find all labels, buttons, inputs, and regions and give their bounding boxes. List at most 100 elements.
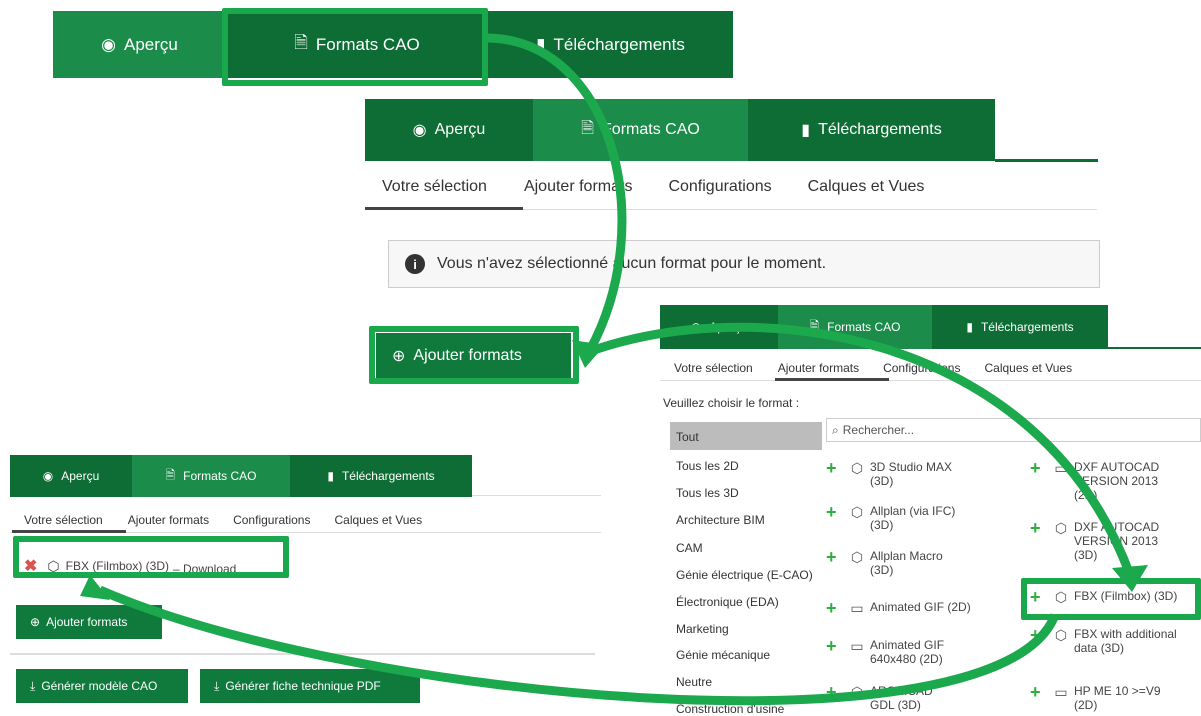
tab-downloads[interactable]: ▮ Téléchargements — [748, 99, 995, 161]
subtab-layers[interactable]: Calques et Vues — [984, 361, 1072, 375]
category-item[interactable]: Électronique (EDA) — [676, 595, 779, 609]
subnav-4: Votre sélection Ajouter formats Configur… — [10, 513, 422, 527]
search-placeholder: Rechercher... — [842, 423, 915, 437]
tab-cad-label: Formats CAO — [827, 320, 901, 334]
add-plus-icon[interactable]: + — [1030, 626, 1048, 644]
add-plus-icon[interactable]: + — [826, 459, 844, 477]
tab-cad-formats[interactable]: 🗎 Formats CAO — [778, 305, 932, 349]
add-plus-icon[interactable]: + — [826, 599, 844, 617]
category-item[interactable]: Architecture BIM — [676, 513, 765, 527]
drawing-icon: ▭ — [850, 600, 864, 616]
add-plus-icon[interactable]: + — [826, 683, 844, 701]
download-icon: ⤓ — [30, 678, 36, 693]
format-label: Allplan Macro (3D) — [870, 549, 943, 577]
cube-icon: ⬡ — [850, 504, 864, 520]
add-plus-icon[interactable]: + — [826, 637, 844, 655]
subtab-add-formats[interactable]: Ajouter formats — [128, 513, 209, 527]
divider — [1108, 347, 1201, 349]
top-tabbar-4: ◉ Aperçu 🗎 Formats CAO ▮ Téléchargements — [10, 455, 472, 497]
notice-box: i Vous n'avez sélectionné aucun format p… — [388, 240, 1100, 288]
tab-cad-label: Formats CAO — [183, 469, 257, 483]
tab-downloads[interactable]: ▮ Téléchargements — [488, 11, 733, 78]
format-label: ARCHICAD GDL (3D) — [870, 684, 933, 712]
add-plus-icon[interactable]: + — [826, 548, 844, 566]
generate-cad-button[interactable]: ⤓ Générer modèle CAO — [16, 669, 188, 703]
subtab-selection[interactable]: Votre sélection — [674, 361, 753, 375]
subtab-add-formats[interactable]: Ajouter formats — [778, 361, 859, 375]
drawing-icon: ▭ — [850, 638, 864, 654]
tab-preview[interactable]: ◉ Aperçu — [660, 305, 778, 349]
category-item[interactable]: Génie électrique (E-CAO) — [676, 568, 813, 582]
tab-preview[interactable]: ◉ Aperçu — [53, 11, 226, 78]
subtab-add-formats[interactable]: Ajouter formats — [524, 178, 632, 196]
subtab-configurations[interactable]: Configurations — [233, 513, 310, 527]
divider — [10, 653, 595, 655]
subnav-underline — [660, 380, 1201, 381]
generate-pdf-label: Générer fiche technique PDF — [225, 679, 381, 693]
eye-icon: ◉ — [101, 34, 116, 54]
format-label: DXF AUTOCAD VERSION 2013 (3D) — [1074, 520, 1160, 562]
format-label: Animated GIF (2D) — [870, 600, 971, 614]
category-item[interactable]: Tous les 2D — [676, 459, 739, 473]
add-plus-icon[interactable]: + — [826, 503, 844, 521]
format-row: + ▭ DXF AUTOCAD VERSION 2013 (2D) — [1030, 459, 1184, 502]
category-item[interactable]: Neutre — [676, 675, 712, 689]
notice-text: Vous n'avez sélectionné aucun format pou… — [437, 255, 827, 272]
tab-cad-formats[interactable]: 🗎 Formats CAO — [533, 99, 748, 161]
tab-downloads[interactable]: ▮ Téléchargements — [932, 305, 1108, 349]
tab-preview[interactable]: ◉ Aperçu — [365, 99, 533, 161]
subnav-2: Votre sélection Ajouter formats Configur… — [365, 178, 924, 196]
top-tabbar-3: ◉ Aperçu 🗎 Formats CAO ▮ Téléchargements — [660, 305, 1108, 349]
divider — [995, 159, 1098, 162]
tab-downloads[interactable]: ▮ Téléchargements — [290, 455, 472, 497]
tab-downloads-label: Téléchargements — [341, 469, 435, 483]
plus-circle-icon: ⊕ — [30, 615, 41, 629]
tab-preview[interactable]: ◉ Aperçu — [10, 455, 132, 497]
subtab-selection[interactable]: Votre sélection — [382, 178, 487, 196]
category-item[interactable]: Construction d'usine — [676, 702, 784, 716]
category-item[interactable]: CAM — [676, 541, 703, 555]
divider — [472, 495, 601, 496]
category-item[interactable]: Tout — [676, 430, 699, 444]
add-plus-icon[interactable]: + — [1030, 519, 1048, 537]
add-formats-button[interactable]: ⊕ Ajouter formats — [16, 605, 162, 639]
subtab-configurations[interactable]: Configurations — [883, 361, 960, 375]
tab-cad-formats[interactable]: 🗎 Formats CAO — [132, 455, 290, 497]
highlight-add-button — [369, 326, 579, 384]
format-label: HP ME 10 >=V9 (2D) — [1074, 684, 1161, 712]
add-plus-icon[interactable]: + — [1030, 683, 1048, 701]
format-row: + ⬡ DXF AUTOCAD VERSION 2013 (3D) — [1030, 519, 1184, 562]
format-row: + ⬡ 3D Studio MAX (3D) — [826, 459, 960, 488]
tab-preview-label: Aperçu — [61, 469, 100, 483]
category-item[interactable]: Génie mécanique — [676, 648, 770, 662]
subtab-configurations[interactable]: Configurations — [668, 178, 771, 196]
category-item[interactable]: Tous les 3D — [676, 486, 739, 500]
generate-pdf-button[interactable]: ⤓ Générer fiche technique PDF — [200, 669, 420, 703]
eye-icon: ◉ — [690, 320, 702, 334]
format-label: 3D Studio MAX (3D) — [870, 460, 953, 488]
drawing-icon: ▭ — [1054, 684, 1068, 700]
eye-icon: ◉ — [412, 122, 427, 139]
highlight-selected-format — [13, 536, 289, 578]
eye-icon: ◉ — [42, 469, 54, 483]
generate-cad-label: Générer modèle CAO — [41, 679, 158, 693]
subtab-layers[interactable]: Calques et Vues — [334, 513, 422, 527]
subtab-selection[interactable]: Votre sélection — [24, 513, 103, 527]
file-icon: ▮ — [327, 469, 334, 483]
arrow-cad-to-add — [487, 33, 627, 368]
add-plus-icon[interactable]: + — [1030, 459, 1048, 477]
subtab-layers[interactable]: Calques et Vues — [808, 178, 925, 196]
tab-downloads-label: Téléchargements — [818, 121, 942, 138]
format-label: DXF AUTOCAD VERSION 2013 (2D) — [1074, 460, 1160, 502]
search-input[interactable]: ⌕ Rechercher... — [826, 418, 1201, 442]
category-item[interactable]: Marketing — [676, 622, 729, 636]
active-subtab-indicator — [775, 378, 889, 381]
cube-icon: ⬡ — [850, 549, 864, 565]
file-icon: ▮ — [536, 34, 546, 54]
tab-preview-label: Aperçu — [434, 121, 486, 138]
top-tabbar-2: ◉ Aperçu 🗎 Formats CAO ▮ Téléchargements — [365, 99, 995, 161]
highlight-cad-tab — [222, 8, 488, 86]
add-formats-label: Ajouter formats — [46, 615, 128, 629]
active-subtab-indicator — [365, 207, 523, 210]
format-row: + ▭ HP ME 10 >=V9 (2D) — [1030, 683, 1184, 712]
